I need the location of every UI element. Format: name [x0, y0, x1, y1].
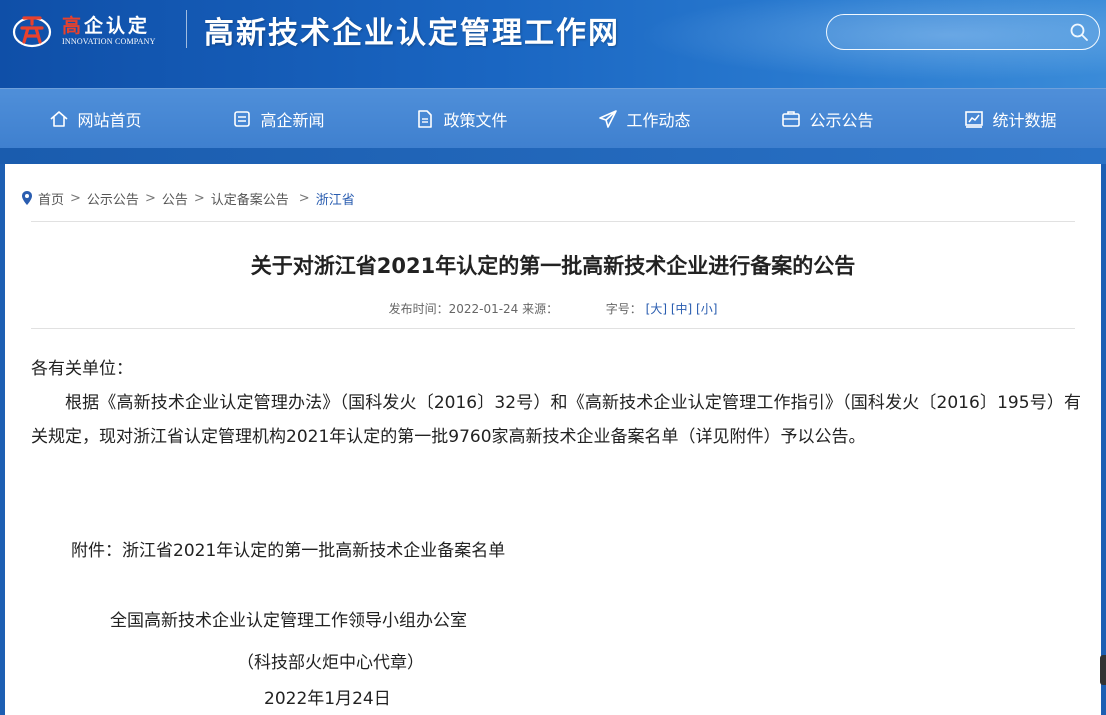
site-header: 高企认定 INNOVATION COMPANY 高新技术企业认定管理工作网 [0, 0, 1106, 88]
nav-item-label: 公示公告 [809, 111, 874, 130]
article-meta: 发布时间：2022-01-24 来源： 字号： [大] [中] [小] [5, 300, 1101, 317]
search-box[interactable] [826, 14, 1100, 50]
article-title: 关于对浙江省2021年认定的第一批高新技术企业进行备案的公告 [250, 254, 856, 278]
nav-item-home[interactable]: 网站首页 [4, 89, 187, 149]
divider [31, 328, 1075, 329]
search-icon[interactable] [1069, 22, 1089, 42]
nav-item-label: 网站首页 [77, 111, 142, 130]
nav-item-announcement[interactable]: 公示公告 [736, 89, 919, 149]
nav-item-statistics[interactable]: 统计数据 [919, 89, 1102, 149]
nav-spacer [0, 148, 1106, 164]
article-attachment[interactable]: 附件：浙江省2021年认定的第一批高新技术企业备案名单 [31, 534, 1081, 568]
breadcrumb-notice[interactable]: 公告 [162, 189, 188, 208]
signature-note: （科技部火炬中心代章） [237, 653, 424, 673]
publish-date: 发布时间：2022-01-24 来源： [388, 302, 559, 316]
article-container: 首页 > 公示公告 > 公告 > 认定备案公告 > 浙江省 关于对浙江省2021… [5, 164, 1101, 715]
header-divider [186, 10, 187, 48]
home-icon [50, 111, 69, 127]
breadcrumb-home[interactable]: 首页 [38, 189, 64, 208]
send-icon [599, 110, 618, 128]
divider [31, 221, 1075, 222]
signature-date: 2022年1月24日 [264, 689, 391, 709]
nav-item-label: 工作动态 [626, 111, 691, 130]
breadcrumb-separator: > [193, 190, 205, 206]
article-salutation: 各有关单位： [31, 359, 133, 379]
briefcase-icon [782, 111, 801, 127]
main-nav: 网站首页 高企新闻 政策文件 工作动态 公示公告 统计数据 [0, 88, 1106, 148]
article-paragraph: 根据《高新技术企业认定管理办法》（国科发火〔2016〕32号）和《高新技术企业认… [31, 393, 1081, 447]
nav-item-label: 高企新闻 [260, 111, 325, 130]
logo-emblem-icon [12, 16, 52, 48]
font-size-medium[interactable]: [中] [671, 302, 692, 316]
nav-item-label: 政策文件 [443, 111, 508, 130]
logo-text-cn: 高企认定 [62, 15, 151, 37]
chart-icon [965, 111, 984, 128]
nav-item-policy[interactable]: 政策文件 [370, 89, 553, 149]
nav-item-news[interactable]: 高企新闻 [187, 89, 370, 149]
nav-item-label: 统计数据 [992, 111, 1057, 130]
breadcrumb-current[interactable]: 浙江省 [316, 189, 355, 208]
side-float-tab[interactable] [1100, 655, 1106, 685]
news-icon [234, 111, 251, 127]
nav-item-work[interactable]: 工作动态 [553, 89, 736, 149]
breadcrumb: 首页 > 公示公告 > 公告 > 认定备案公告 > 浙江省 [21, 188, 355, 208]
breadcrumb-separator: > [70, 190, 81, 206]
logo-text-en: INNOVATION COMPANY [62, 37, 156, 46]
site-logo[interactable]: 高企认定 INNOVATION COMPANY [10, 8, 178, 50]
breadcrumb-filing-notice[interactable]: 认定备案公告 [211, 189, 289, 208]
site-title: 高新技术企业认定管理工作网 [204, 16, 620, 51]
location-pin-icon [22, 191, 32, 205]
document-icon [418, 110, 433, 128]
breadcrumb-announcements[interactable]: 公示公告 [87, 189, 139, 208]
font-size-label: 字号： [605, 302, 642, 316]
breadcrumb-separator: > [144, 190, 156, 206]
breadcrumb-separator: > [298, 190, 310, 206]
search-input[interactable] [841, 21, 1061, 43]
font-size-large[interactable]: [大] [646, 302, 667, 316]
font-size-small[interactable]: [小] [696, 302, 717, 316]
signature-org: 全国高新技术企业认定管理工作领导小组办公室 [110, 611, 467, 631]
